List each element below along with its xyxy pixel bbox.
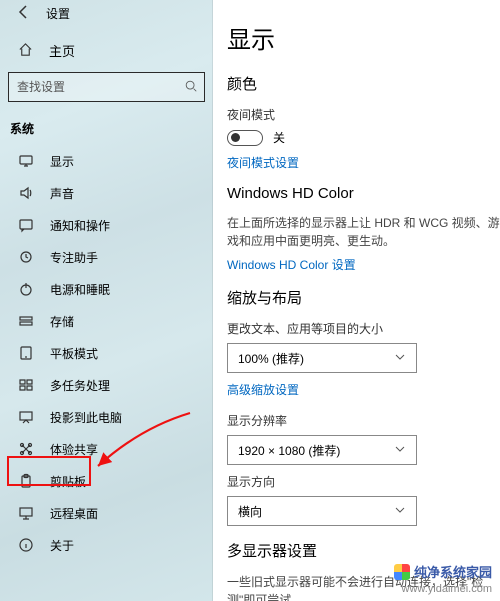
text-size-select[interactable]: 100% (推荐) (227, 343, 417, 373)
sidebar-item-storage[interactable]: 存储 (0, 305, 213, 337)
hd-settings-link[interactable]: Windows HD Color 设置 (227, 256, 500, 273)
page-title: 显示 (227, 20, 500, 55)
chevron-down-icon (394, 351, 406, 366)
app-title: 设置 (46, 5, 70, 22)
multitask-icon (18, 377, 34, 393)
watermark-brand: 纯净系统家园 (394, 562, 492, 581)
sidebar-item-label: 关于 (50, 537, 74, 554)
chevron-down-icon (394, 443, 406, 458)
sidebar-item-notify[interactable]: 通知和操作 (0, 209, 213, 241)
sidebar-item-about[interactable]: 关于 (0, 529, 213, 561)
hd-heading: Windows HD Color (227, 185, 500, 202)
sidebar-item-sound[interactable]: 声音 (0, 177, 213, 209)
sidebar-item-multitask[interactable]: 多任务处理 (0, 369, 213, 401)
text-size-value: 100% (推荐) (238, 350, 304, 367)
group-title: 系统 (0, 114, 213, 145)
power-icon (18, 281, 34, 297)
sidebar-item-label: 多任务处理 (50, 377, 110, 394)
sidebar-item-label: 专注助手 (50, 249, 98, 266)
sidebar-item-remote[interactable]: 远程桌面 (0, 497, 213, 529)
home-icon (18, 42, 33, 60)
orientation-select[interactable]: 横向 (227, 496, 417, 526)
color-section: 颜色 夜间模式 关 夜间模式设置 (227, 73, 500, 171)
remote-icon (18, 505, 34, 521)
display-icon (18, 153, 34, 169)
sidebar-item-label: 显示 (50, 153, 74, 170)
hd-desc: 在上面所选择的显示器上让 HDR 和 WCG 视频、游戏和应用中面更明亮、更生动… (227, 214, 500, 250)
sound-icon (18, 185, 34, 201)
text-size-label: 更改文本、应用等项目的大小 (227, 320, 500, 337)
resolution-value: 1920 × 1080 (推荐) (238, 442, 340, 459)
sidebar-item-tablet[interactable]: 平板模式 (0, 337, 213, 369)
sidebar-item-label: 通知和操作 (50, 217, 110, 234)
scale-heading: 缩放与布局 (227, 287, 500, 308)
sidebar-item-share[interactable]: 体验共享 (0, 433, 213, 465)
sidebar-item-label: 电源和睡眠 (50, 281, 110, 298)
watermark-url: www.yidaimei.com (402, 583, 492, 595)
sidebar-item-display[interactable]: 显示 (0, 145, 213, 177)
sidebar-item-label: 体验共享 (50, 441, 98, 458)
sidebar-item-label: 存储 (50, 313, 74, 330)
back-icon[interactable] (16, 4, 32, 23)
night-mode-settings-link[interactable]: 夜间模式设置 (227, 154, 500, 171)
project-icon (18, 409, 34, 425)
resolution-select[interactable]: 1920 × 1080 (推荐) (227, 435, 417, 465)
notify-icon (18, 217, 34, 233)
search-field[interactable] (17, 80, 184, 94)
content-pane: 显示 颜色 夜间模式 关 夜间模式设置 Windows HD Color 在上面… (213, 0, 500, 601)
search-icon (184, 79, 198, 96)
chevron-down-icon (394, 504, 406, 519)
orientation-label: 显示方向 (227, 473, 500, 490)
night-mode-label: 夜间模式 (227, 106, 500, 123)
color-heading: 颜色 (227, 73, 500, 94)
scale-section: 缩放与布局 更改文本、应用等项目的大小 100% (推荐) 高级缩放设置 显示分… (227, 287, 500, 526)
focus-icon (18, 249, 34, 265)
watermark-logo-icon (394, 564, 410, 580)
orientation-value: 横向 (238, 503, 262, 520)
sidebar-item-label: 声音 (50, 185, 74, 202)
nav-list: 显示声音通知和操作专注助手电源和睡眠存储平板模式多任务处理投影到此电脑体验共享剪… (0, 145, 213, 561)
sidebar-item-label: 投影到此电脑 (50, 409, 122, 426)
sidebar: 设置 主页 系统 显示声音通知和操作专注助手电源和睡眠存储平板模式多任务处理投影… (0, 0, 213, 601)
sidebar-item-label: 剪贴板 (50, 473, 86, 490)
resolution-label: 显示分辨率 (227, 412, 500, 429)
clipboard-icon (18, 473, 34, 489)
sidebar-item-project[interactable]: 投影到此电脑 (0, 401, 213, 433)
multi-heading: 多显示器设置 (227, 540, 500, 561)
home-button[interactable]: 主页 (0, 31, 213, 72)
about-icon (18, 537, 34, 553)
advanced-scale-link[interactable]: 高级缩放设置 (227, 381, 500, 398)
share-icon (18, 441, 34, 457)
search-input[interactable] (8, 72, 205, 102)
sidebar-item-power[interactable]: 电源和睡眠 (0, 273, 213, 305)
sidebar-item-focus[interactable]: 专注助手 (0, 241, 213, 273)
sidebar-item-label: 平板模式 (50, 345, 98, 362)
night-mode-state: 关 (273, 129, 285, 146)
storage-icon (18, 313, 34, 329)
sidebar-item-clipboard[interactable]: 剪贴板 (0, 465, 213, 497)
sidebar-item-label: 远程桌面 (50, 505, 98, 522)
titlebar: 设置 (0, 0, 213, 31)
night-mode-toggle[interactable] (227, 130, 263, 146)
home-label: 主页 (49, 41, 75, 60)
tablet-icon (18, 345, 34, 361)
hd-section: Windows HD Color 在上面所选择的显示器上让 HDR 和 WCG … (227, 185, 500, 273)
